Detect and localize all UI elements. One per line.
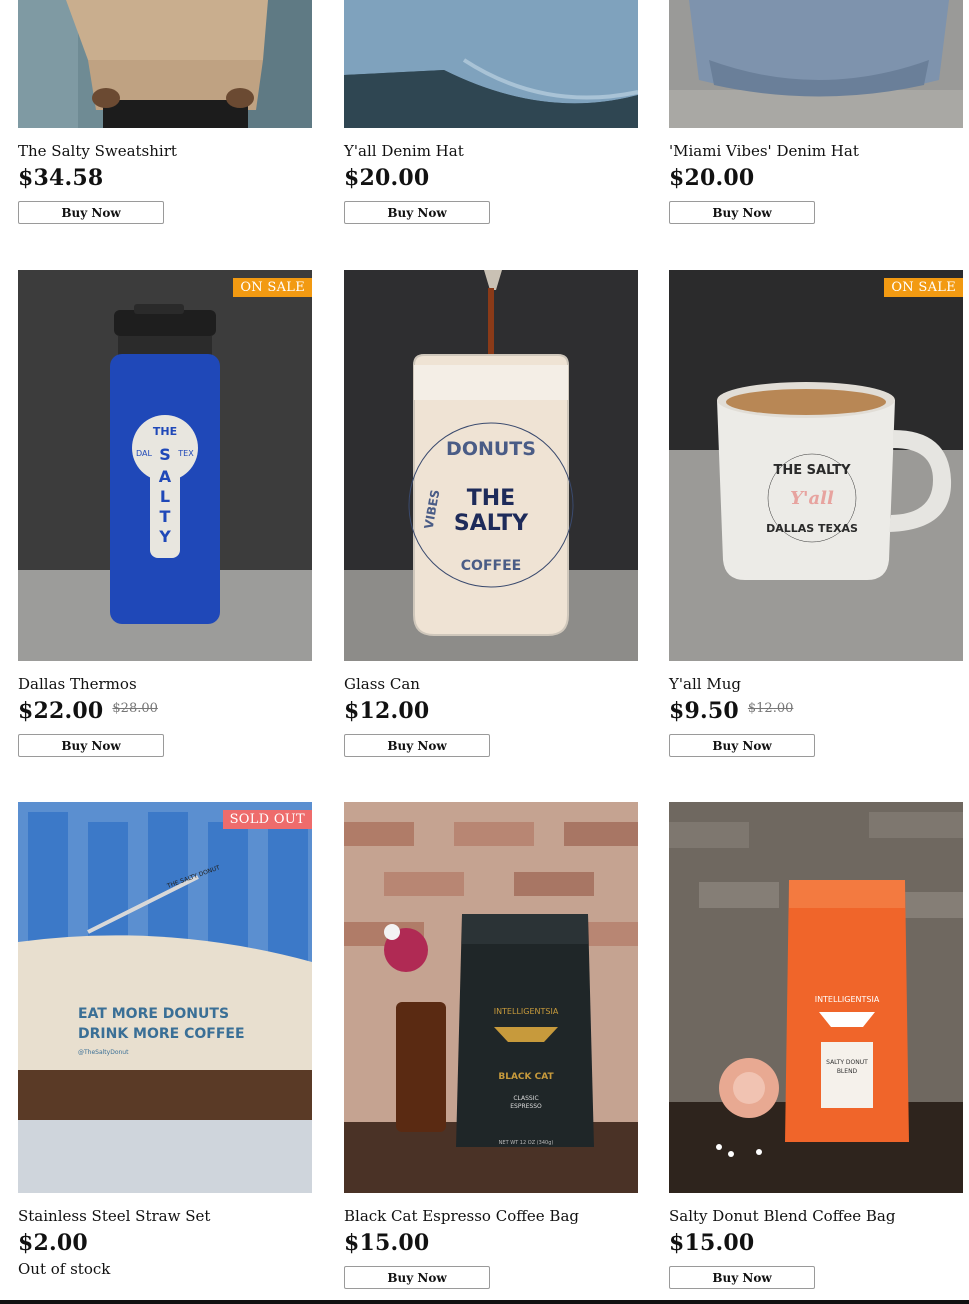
price-row: $20.00 — [344, 165, 638, 193]
product-price: $15.00 — [344, 1230, 430, 1256]
thermos-text: THE — [153, 425, 177, 438]
product-price: $20.00 — [344, 165, 430, 191]
product-card: INTELLIGENTSIA SALTY DONUT BLEND Salty D… — [669, 802, 963, 1289]
svg-text:COFFEE: COFFEE — [461, 558, 521, 574]
price-row: $15.00 — [669, 1230, 963, 1258]
svg-text:SALTY: SALTY — [454, 511, 529, 536]
product-name[interactable]: The Salty Sweatshirt — [18, 142, 312, 160]
product-card: The Salty Sweatshirt $34.58 Buy Now — [18, 0, 312, 224]
svg-text:A: A — [159, 467, 172, 486]
svg-text:ESPRESSO: ESPRESSO — [510, 1103, 542, 1110]
price-row: $20.00 — [669, 165, 963, 193]
price-row: $9.50 $12.00 — [669, 698, 963, 726]
buy-now-button[interactable]: Buy Now — [669, 1266, 815, 1289]
stock-status: Out of stock — [18, 1260, 111, 1278]
svg-text:DAL: DAL — [136, 449, 152, 458]
product-image-salty-donut-blend[interactable]: INTELLIGENTSIA SALTY DONUT BLEND — [669, 802, 963, 1193]
svg-text:T: T — [160, 507, 171, 526]
product-card: THE SALTY Y'all DALLAS TEXAS ON SALE Y'a… — [669, 270, 963, 757]
product-image-glass-can[interactable]: DONUTS THE SALTY COFFEE VIBES — [344, 270, 638, 661]
product-card: 'Miami Vibes' Denim Hat $20.00 Buy Now — [669, 0, 963, 224]
price-row: $12.00 — [344, 698, 638, 726]
product-name[interactable]: Y'all Mug — [669, 675, 963, 693]
svg-text:Y'all: Y'all — [790, 488, 834, 509]
product-price: $20.00 — [669, 165, 755, 191]
product-price: $22.00 — [18, 698, 104, 724]
on-sale-badge: ON SALE — [233, 278, 312, 297]
product-name[interactable]: Y'all Denim Hat — [344, 142, 638, 160]
svg-text:TEX: TEX — [177, 449, 194, 458]
product-image-yall-mug[interactable]: THE SALTY Y'all DALLAS TEXAS ON SALE — [669, 270, 963, 661]
price-row: $2.00 — [18, 1230, 312, 1258]
svg-text:CLASSIC: CLASSIC — [513, 1095, 538, 1102]
on-sale-badge: ON SALE — [884, 278, 963, 297]
buy-now-button[interactable]: Buy Now — [344, 734, 490, 757]
product-name[interactable]: Salty Donut Blend Coffee Bag — [669, 1207, 963, 1225]
product-name[interactable]: Black Cat Espresso Coffee Bag — [344, 1207, 638, 1225]
price-row: $34.58 — [18, 165, 312, 193]
footer-edge — [0, 1300, 969, 1304]
buy-now-button[interactable]: Buy Now — [669, 734, 815, 757]
product-price: $12.00 — [344, 698, 430, 724]
svg-text:SALTY DONUT: SALTY DONUT — [826, 1059, 868, 1066]
svg-text:BLACK CAT: BLACK CAT — [498, 1072, 554, 1082]
buy-now-button[interactable]: Buy Now — [18, 201, 164, 224]
sold-out-badge: SOLD OUT — [222, 810, 312, 829]
svg-text:THE: THE — [467, 486, 515, 511]
product-price: $2.00 — [18, 1230, 88, 1256]
price-row: $22.00 $28.00 — [18, 698, 312, 726]
buy-now-button[interactable]: Buy Now — [18, 734, 164, 757]
product-card: DONUTS THE SALTY COFFEE VIBES Glass Can … — [344, 270, 638, 757]
product-image-miami-vibes-hat[interactable] — [669, 0, 963, 128]
svg-text:@TheSaltyDonut: @TheSaltyDonut — [78, 1049, 129, 1056]
svg-text:BLEND: BLEND — [837, 1068, 858, 1075]
product-price: $34.58 — [18, 165, 104, 191]
buy-now-button[interactable]: Buy Now — [344, 1266, 490, 1289]
price-row: $15.00 — [344, 1230, 638, 1258]
svg-text:NET WT 12 OZ (340g): NET WT 12 OZ (340g) — [499, 1140, 554, 1146]
product-card: THE DAL TEX S A L T Y ON SALE Dallas The… — [18, 270, 312, 757]
svg-text:DALLAS TEXAS: DALLAS TEXAS — [766, 522, 858, 535]
glass-text: DONUTS — [446, 438, 536, 460]
svg-text:L: L — [160, 487, 170, 506]
product-price: $9.50 — [669, 698, 739, 724]
salty-blend-text: INTELLIGENTSIA — [815, 995, 880, 1004]
product-image-yall-denim-hat[interactable] — [344, 0, 638, 128]
straw-text: EAT MORE DONUTS — [78, 1006, 229, 1022]
product-name[interactable]: Dallas Thermos — [18, 675, 312, 693]
buy-now-button[interactable]: Buy Now — [344, 201, 490, 224]
black-cat-text: INTELLIGENTSIA — [494, 1007, 559, 1016]
product-image-sweatshirt[interactable] — [18, 0, 312, 128]
product-name[interactable]: 'Miami Vibes' Denim Hat — [669, 142, 963, 160]
product-image-straw-set[interactable]: THE SALTY DONUT EAT MORE DONUTS DRINK MO… — [18, 802, 312, 1193]
product-card: Y'all Denim Hat $20.00 Buy Now — [344, 0, 638, 224]
product-card: INTELLIGENTSIA BLACK CAT CLASSIC ESPRESS… — [344, 802, 638, 1289]
product-card: THE SALTY DONUT EAT MORE DONUTS DRINK MO… — [18, 802, 312, 1278]
product-name[interactable]: Glass Can — [344, 675, 638, 693]
original-price: $12.00 — [747, 701, 794, 716]
product-image-dallas-thermos[interactable]: THE DAL TEX S A L T Y ON SALE — [18, 270, 312, 661]
original-price: $28.00 — [112, 701, 158, 716]
product-name[interactable]: Stainless Steel Straw Set — [18, 1207, 312, 1225]
mug-text: THE SALTY — [774, 463, 852, 478]
buy-now-button[interactable]: Buy Now — [669, 201, 815, 224]
product-price: $15.00 — [669, 1230, 755, 1256]
svg-text:DRINK MORE COFFEE: DRINK MORE COFFEE — [78, 1026, 245, 1042]
product-image-black-cat[interactable]: INTELLIGENTSIA BLACK CAT CLASSIC ESPRESS… — [344, 802, 638, 1193]
svg-text:Y: Y — [158, 527, 171, 546]
svg-text:S: S — [159, 445, 171, 464]
